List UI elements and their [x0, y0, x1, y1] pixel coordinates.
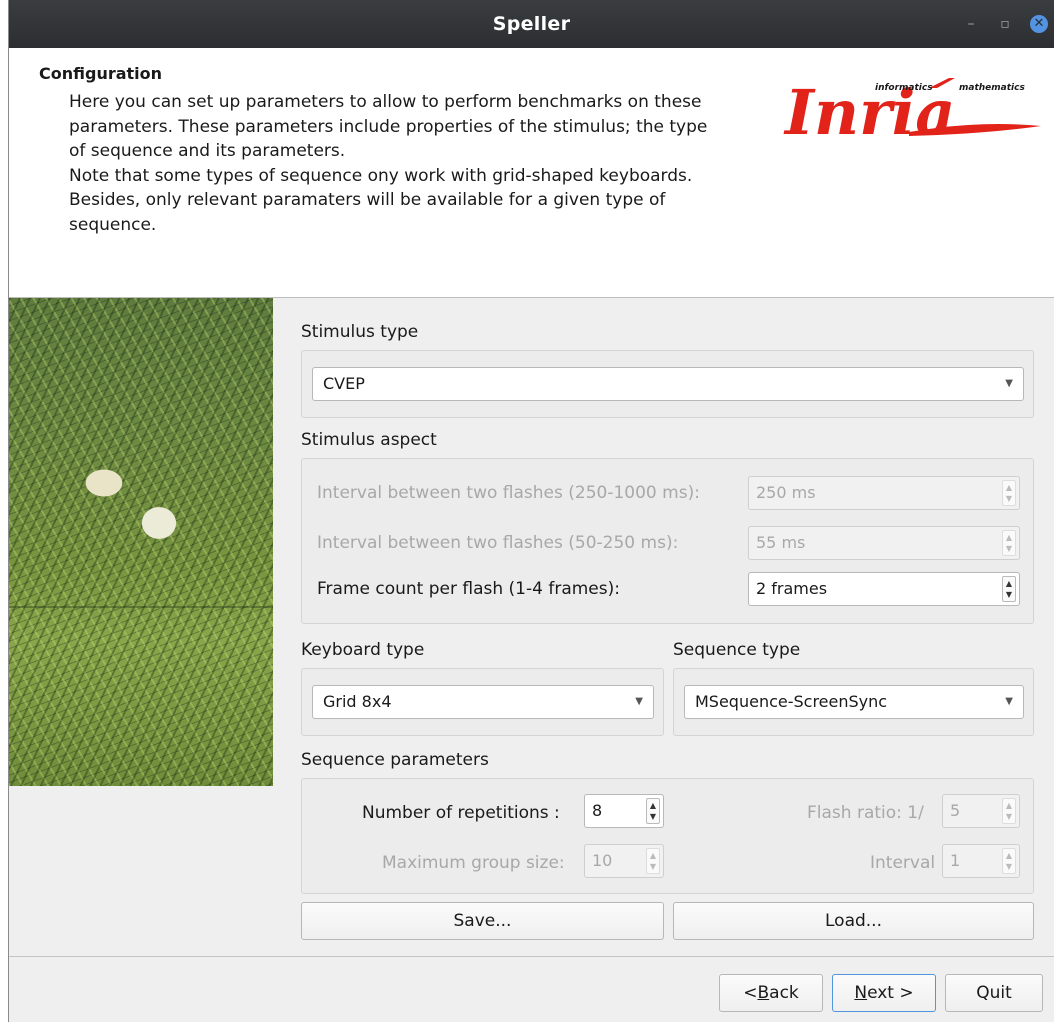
flash-ratio-value: 5	[950, 801, 961, 820]
logo-tag-informatics: informatics	[875, 83, 933, 93]
flash-interval-long-label: Interval between two flashes (250-1000 m…	[317, 483, 700, 503]
frame-count-label: Frame count per flash (1-4 frames):	[317, 579, 620, 599]
spin-arrows-icon[interactable]: ▲ ▼	[1002, 798, 1016, 824]
quit-button[interactable]: Quit	[945, 974, 1043, 1012]
stimulus-type-label: Stimulus type	[301, 322, 419, 342]
next-button-rest: ext >	[867, 983, 914, 1003]
max-group-size-label: Maximum group size:	[382, 853, 565, 873]
description-line: sequence.	[69, 214, 157, 235]
maximize-icon[interactable]: ▫	[996, 15, 1014, 33]
stimulus-type-group: CVEP ▼	[301, 350, 1034, 418]
window-controls: – ▫ ✕	[962, 0, 1048, 48]
spin-arrows-icon[interactable]: ▲ ▼	[1002, 530, 1016, 556]
back-button[interactable]: < Back	[719, 974, 823, 1012]
page-title: Configuration	[39, 64, 163, 83]
save-button[interactable]: Save...	[301, 902, 664, 940]
side-painting-image	[9, 298, 273, 786]
description-line: parameters. These parameters include pro…	[69, 116, 708, 137]
chevron-down-icon: ▼	[635, 696, 643, 707]
sequence-parameters-label: Sequence parameters	[301, 750, 489, 770]
keyboard-type-group: Grid 8x4 ▼	[301, 668, 664, 736]
minimize-icon[interactable]: –	[962, 15, 980, 33]
description-line: Note that some types of sequence ony wor…	[69, 165, 693, 186]
flash-interval-long-value: 250 ms	[756, 483, 816, 502]
keyboard-type-label: Keyboard type	[301, 640, 425, 660]
back-button-prefix: <	[743, 983, 758, 1003]
interval-value: 1	[950, 851, 961, 870]
max-group-size-spinbox[interactable]: 10 ▲ ▼	[584, 844, 664, 878]
chevron-down-icon: ▼	[1005, 378, 1013, 389]
spin-arrows-icon[interactable]: ▲ ▼	[1002, 848, 1016, 874]
repetitions-spinbox[interactable]: 8 ▲ ▼	[584, 794, 664, 828]
next-button[interactable]: Next >	[832, 974, 936, 1012]
stimulus-aspect-label: Stimulus aspect	[301, 430, 437, 450]
max-group-size-value: 10	[592, 851, 613, 870]
flash-ratio-label: Flash ratio: 1/	[807, 803, 924, 823]
interval-label: Interval	[870, 853, 936, 873]
stimulus-type-value: CVEP	[323, 374, 365, 393]
inria-logo: Inria informatics mathematics	[783, 76, 1041, 149]
frame-count-spinbox[interactable]: 2 frames ▲ ▼	[748, 572, 1020, 606]
logo-tag-mathematics: mathematics	[959, 83, 1025, 93]
description-line: of sequence and its parameters.	[69, 141, 346, 161]
stimulus-aspect-group: Interval between two flashes (250-1000 m…	[301, 458, 1034, 624]
window-title: Speller	[492, 13, 571, 35]
spin-arrows-icon[interactable]: ▲ ▼	[646, 848, 660, 874]
back-button-mnemonic: B	[757, 983, 770, 1003]
flash-interval-short-label: Interval between two flashes (50-250 ms)…	[317, 533, 679, 553]
repetitions-value: 8	[592, 801, 603, 820]
description-line: Besides, only relevant paramaters will b…	[69, 190, 666, 210]
next-button-mnemonic: N	[854, 983, 868, 1003]
flash-interval-long-spinbox[interactable]: 250 ms ▲ ▼	[748, 476, 1020, 510]
interval-spinbox[interactable]: 1 ▲ ▼	[942, 844, 1020, 878]
flash-ratio-spinbox[interactable]: 5 ▲ ▼	[942, 794, 1020, 828]
close-icon[interactable]: ✕	[1030, 15, 1048, 33]
description-line: Here you can set up parameters to allow …	[69, 92, 702, 112]
load-button[interactable]: Load...	[673, 902, 1034, 940]
sequence-type-label: Sequence type	[673, 640, 801, 660]
spin-arrows-icon[interactable]: ▲ ▼	[1002, 576, 1016, 602]
chevron-down-icon: ▼	[1005, 696, 1013, 707]
back-button-rest: ack	[769, 983, 799, 1003]
sequence-type-group: MSequence-ScreenSync ▼	[673, 668, 1034, 736]
sequence-type-value: MSequence-ScreenSync	[695, 692, 888, 711]
wizard-header: Configuration Here you can set up parame…	[9, 48, 1054, 298]
image-seam	[9, 606, 273, 608]
flash-interval-short-spinbox[interactable]: 55 ms ▲ ▼	[748, 526, 1020, 560]
title-bar[interactable]: Speller – ▫ ✕	[9, 0, 1054, 48]
spin-arrows-icon[interactable]: ▲ ▼	[1002, 480, 1016, 506]
sequence-type-select[interactable]: MSequence-ScreenSync ▼	[684, 685, 1024, 719]
footer-divider	[9, 956, 1054, 957]
frame-count-value: 2 frames	[756, 579, 828, 598]
keyboard-type-select[interactable]: Grid 8x4 ▼	[312, 685, 654, 719]
spin-arrows-icon[interactable]: ▲ ▼	[646, 798, 660, 824]
sequence-parameters-group: Number of repetitions : 8 ▲ ▼ Maximum gro…	[301, 778, 1034, 894]
flash-interval-short-value: 55 ms	[756, 533, 806, 552]
repetitions-label: Number of repetitions :	[362, 803, 560, 823]
stimulus-type-select[interactable]: CVEP ▼	[312, 367, 1024, 401]
speller-window: Speller – ▫ ✕ Configuration Here you can…	[8, 0, 1054, 1022]
page-description: Here you can set up parameters to allow …	[69, 90, 769, 237]
keyboard-type-value: Grid 8x4	[323, 692, 392, 711]
